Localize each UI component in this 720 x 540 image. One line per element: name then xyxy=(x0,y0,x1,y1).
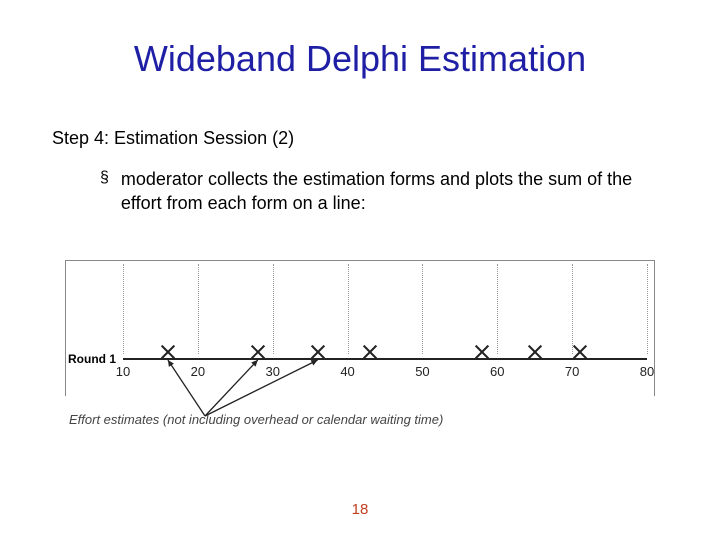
bullet-item: § moderator collects the estimation form… xyxy=(0,149,720,215)
tick-label: 50 xyxy=(415,364,429,379)
gridline xyxy=(497,264,498,354)
tick-label: 70 xyxy=(565,364,579,379)
tick-label: 40 xyxy=(340,364,354,379)
gridline xyxy=(273,264,274,354)
tick-label: 60 xyxy=(490,364,504,379)
chart-caption: Effort estimates (not including overhead… xyxy=(69,412,443,427)
bullet-text: moderator collects the estimation forms … xyxy=(121,167,650,215)
page-number: 18 xyxy=(352,501,369,518)
gridline xyxy=(572,264,573,354)
estimate-marker-icon xyxy=(474,344,490,360)
tick-label: 20 xyxy=(191,364,205,379)
tick-label: 30 xyxy=(265,364,279,379)
estimate-marker-icon xyxy=(250,344,266,360)
tick-label: 80 xyxy=(640,364,654,379)
gridline xyxy=(647,264,648,354)
estimate-marker-icon xyxy=(572,344,588,360)
bullet-marker-icon: § xyxy=(100,167,109,189)
estimation-line-chart: Round 1 10 20 30 40 50 60 70 80 Effort estimate… xyxy=(65,260,655,440)
slide-title: Wideband Delphi Estimation xyxy=(0,0,720,80)
round-label: Round 1 xyxy=(68,352,116,366)
gridline xyxy=(123,264,124,354)
tick-label: 10 xyxy=(116,364,130,379)
gridline xyxy=(422,264,423,354)
gridline xyxy=(198,264,199,354)
estimate-marker-icon xyxy=(527,344,543,360)
step-subtitle: Step 4: Estimation Session (2) xyxy=(0,80,720,149)
x-axis xyxy=(123,358,647,360)
estimate-marker-icon xyxy=(310,344,326,360)
estimate-marker-icon xyxy=(160,344,176,360)
gridline xyxy=(348,264,349,354)
estimate-marker-icon xyxy=(362,344,378,360)
